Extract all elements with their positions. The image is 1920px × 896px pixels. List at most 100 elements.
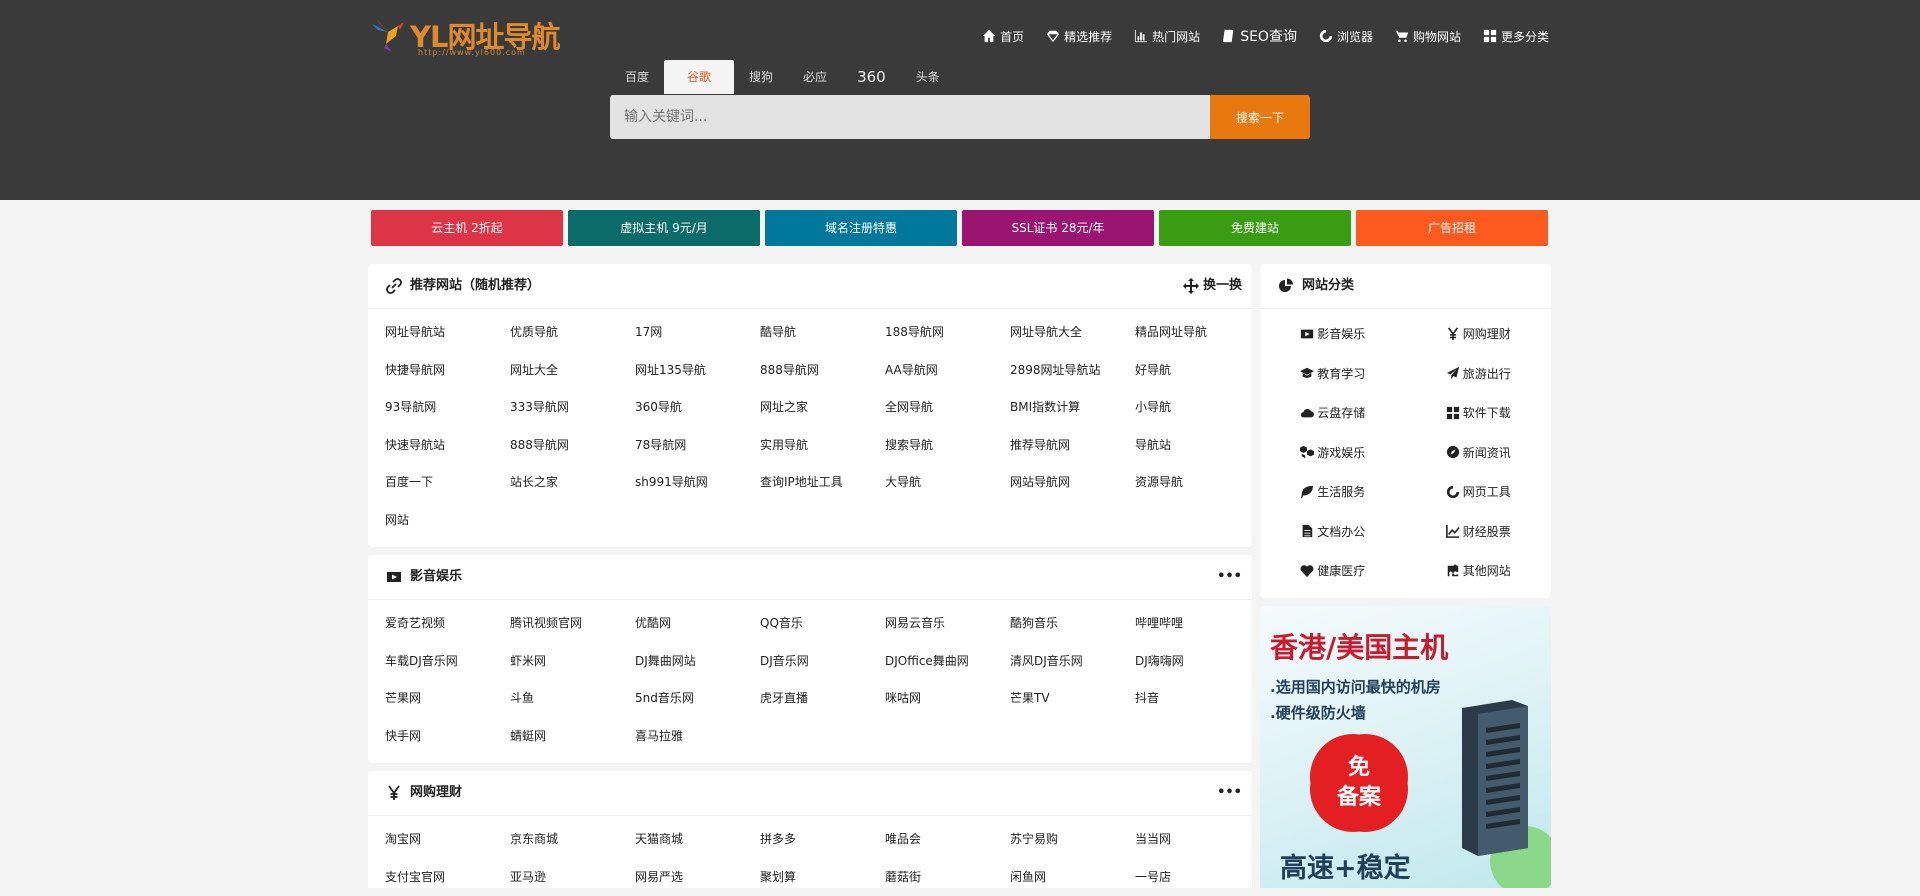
- site-link[interactable]: 车载DJ音乐网: [385, 643, 510, 681]
- category-item[interactable]: 新闻资讯: [1406, 433, 1552, 473]
- tab-toutiao[interactable]: 头条: [901, 60, 955, 94]
- site-link[interactable]: 17网: [635, 314, 760, 352]
- site-link[interactable]: 虾米网: [510, 643, 635, 681]
- nav-seo[interactable]: SEO查询: [1222, 26, 1297, 46]
- site-link[interactable]: DJ嗨嗨网: [1135, 643, 1260, 681]
- site-link[interactable]: 网址导航大全: [1010, 314, 1135, 352]
- site-link[interactable]: 好导航: [1135, 352, 1260, 390]
- site-link[interactable]: 蜻蜓网: [510, 718, 635, 756]
- tab-google[interactable]: 谷歌: [664, 60, 734, 94]
- site-link[interactable]: 5nd音乐网: [635, 680, 760, 718]
- site-link[interactable]: 京东商城: [510, 821, 635, 859]
- nav-home[interactable]: 首页: [982, 26, 1024, 46]
- promo-ad[interactable]: 广告招租: [1356, 210, 1548, 246]
- site-link[interactable]: 查询IP地址工具: [760, 464, 885, 502]
- site-link[interactable]: QQ音乐: [760, 605, 885, 643]
- category-item[interactable]: 旅游出行: [1406, 354, 1552, 394]
- site-link[interactable]: 聚划算: [760, 859, 885, 896]
- site-link[interactable]: 网易云音乐: [885, 605, 1010, 643]
- site-link[interactable]: 芒果TV: [1010, 680, 1135, 718]
- site-link[interactable]: 搜索导航: [885, 427, 1010, 465]
- site-link[interactable]: 酷导航: [760, 314, 885, 352]
- refresh-button[interactable]: 换一换: [1183, 264, 1242, 308]
- site-link[interactable]: 资源导航: [1135, 464, 1260, 502]
- site-link[interactable]: 优酷网: [635, 605, 760, 643]
- category-item[interactable]: 云盘存储: [1260, 393, 1406, 433]
- site-link[interactable]: 网址大全: [510, 352, 635, 390]
- site-link[interactable]: 小导航: [1135, 389, 1260, 427]
- promo-cloud-host[interactable]: 云主机 2折起: [371, 210, 563, 246]
- site-link[interactable]: AA导航网: [885, 352, 1010, 390]
- site-link[interactable]: 酷狗音乐: [1010, 605, 1135, 643]
- site-link[interactable]: 网站: [385, 502, 510, 540]
- more-button[interactable]: •••: [1217, 771, 1242, 815]
- site-link[interactable]: 淘宝网: [385, 821, 510, 859]
- category-item[interactable]: 健康医疗: [1260, 551, 1406, 591]
- site-link[interactable]: sh991导航网: [635, 464, 760, 502]
- site-link[interactable]: 一号店: [1135, 859, 1260, 896]
- site-link[interactable]: 百度一下: [385, 464, 510, 502]
- site-link[interactable]: 网站导航网: [1010, 464, 1135, 502]
- site-link[interactable]: 闲鱼网: [1010, 859, 1135, 896]
- site-link[interactable]: 哔哩哔哩: [1135, 605, 1260, 643]
- tab-baidu[interactable]: 百度: [610, 60, 664, 94]
- site-link[interactable]: DJ舞曲网站: [635, 643, 760, 681]
- category-item[interactable]: 网购理财: [1406, 314, 1552, 354]
- site-link[interactable]: 咪咕网: [885, 680, 1010, 718]
- site-link[interactable]: DJ音乐网: [760, 643, 885, 681]
- tab-sogou[interactable]: 搜狗: [734, 60, 788, 94]
- site-link[interactable]: 93导航网: [385, 389, 510, 427]
- site-link[interactable]: 斗鱼: [510, 680, 635, 718]
- category-item[interactable]: 软件下载: [1406, 393, 1552, 433]
- site-link[interactable]: 虎牙直播: [760, 680, 885, 718]
- site-link[interactable]: 网址之家: [760, 389, 885, 427]
- site-link[interactable]: 喜马拉雅: [635, 718, 760, 756]
- hosting-ad-banner[interactable]: 香港/美国主机 .选用国内访问最快的机房 .硬件级防火墙 免 备案 高速+稳定: [1260, 606, 1551, 888]
- tab-360[interactable]: 360: [842, 60, 901, 94]
- site-link[interactable]: 优质导航: [510, 314, 635, 352]
- search-input[interactable]: [610, 95, 1210, 139]
- search-button[interactable]: 搜索一下: [1210, 95, 1310, 139]
- site-link[interactable]: 亚马逊: [510, 859, 635, 896]
- site-link[interactable]: 天猫商城: [635, 821, 760, 859]
- site-link[interactable]: 78导航网: [635, 427, 760, 465]
- promo-free-site[interactable]: 免费建站: [1159, 210, 1351, 246]
- site-link[interactable]: 拼多多: [760, 821, 885, 859]
- tab-bing[interactable]: 必应: [788, 60, 842, 94]
- site-link[interactable]: 快速导航站: [385, 427, 510, 465]
- nav-browser[interactable]: 浏览器: [1319, 26, 1373, 46]
- site-link[interactable]: 抖音: [1135, 680, 1260, 718]
- site-link[interactable]: 爱奇艺视频: [385, 605, 510, 643]
- site-link[interactable]: 实用导航: [760, 427, 885, 465]
- site-link[interactable]: BMI指数计算: [1010, 389, 1135, 427]
- category-item[interactable]: 文档办公: [1260, 512, 1406, 552]
- site-link[interactable]: 888导航网: [510, 427, 635, 465]
- promo-domain[interactable]: 域名注册特惠: [765, 210, 957, 246]
- site-link[interactable]: 网址135导航: [635, 352, 760, 390]
- site-link[interactable]: 支付宝官网: [385, 859, 510, 896]
- category-item[interactable]: 网页工具: [1406, 472, 1552, 512]
- category-item[interactable]: 教育学习: [1260, 354, 1406, 394]
- site-link[interactable]: 快手网: [385, 718, 510, 756]
- site-link[interactable]: 导航站: [1135, 427, 1260, 465]
- nav-featured[interactable]: 精选推荐: [1046, 26, 1112, 46]
- site-link[interactable]: 唯品会: [885, 821, 1010, 859]
- site-link[interactable]: 188导航网: [885, 314, 1010, 352]
- site-link[interactable]: 精品网址导航: [1135, 314, 1260, 352]
- site-link[interactable]: 腾讯视频官网: [510, 605, 635, 643]
- site-link[interactable]: 站长之家: [510, 464, 635, 502]
- site-logo[interactable]: YL网址导航 http://www.yl600.com: [372, 12, 562, 58]
- site-link[interactable]: 333导航网: [510, 389, 635, 427]
- site-link[interactable]: 360导航: [635, 389, 760, 427]
- site-link[interactable]: 清风DJ音乐网: [1010, 643, 1135, 681]
- site-link[interactable]: 芒果网: [385, 680, 510, 718]
- site-link[interactable]: 大导航: [885, 464, 1010, 502]
- category-item[interactable]: 财经股票: [1406, 512, 1552, 552]
- site-link[interactable]: 苏宁易购: [1010, 821, 1135, 859]
- nav-more[interactable]: 更多分类: [1483, 26, 1549, 46]
- site-link[interactable]: 网址导航站: [385, 314, 510, 352]
- site-link[interactable]: 快捷导航网: [385, 352, 510, 390]
- promo-virtual-host[interactable]: 虚拟主机 9元/月: [568, 210, 760, 246]
- promo-ssl[interactable]: SSL证书 28元/年: [962, 210, 1154, 246]
- more-button[interactable]: •••: [1217, 555, 1242, 599]
